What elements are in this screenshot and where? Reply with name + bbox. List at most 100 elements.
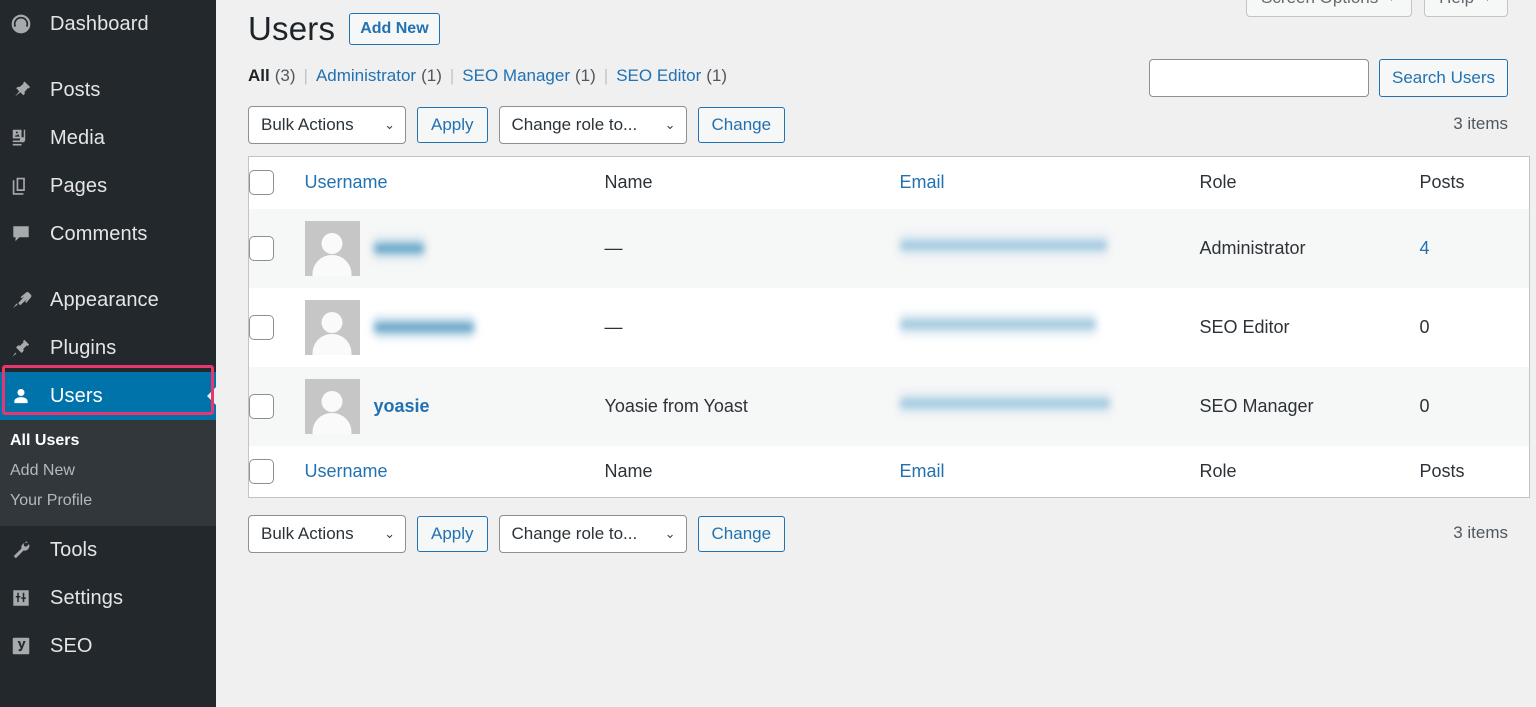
- search-input[interactable]: [1149, 59, 1369, 97]
- sort-email-link-top[interactable]: Email: [900, 172, 945, 192]
- items-count-top: 3 items: [1453, 114, 1508, 134]
- column-footer-email: Email: [900, 446, 1200, 498]
- sidebar-item-posts[interactable]: Posts: [0, 66, 216, 114]
- row-role-cell: SEO Manager: [1200, 367, 1420, 446]
- sidebar-item-users[interactable]: Users: [0, 372, 216, 420]
- row-name: Yoasie from Yoast: [605, 396, 748, 416]
- media-icon: [10, 127, 44, 149]
- table-head: Username Name Email Role Posts: [249, 157, 1530, 209]
- row-username-cell: [305, 288, 605, 367]
- paintbrush-icon: [10, 289, 44, 311]
- sidebar-item-appearance[interactable]: Appearance: [0, 276, 216, 324]
- current-menu-arrow-icon: [207, 387, 216, 405]
- column-header-role: Role: [1200, 157, 1420, 209]
- row-role: SEO Manager: [1200, 396, 1314, 416]
- row-checkbox[interactable]: [249, 236, 274, 261]
- sidebar-item-pages[interactable]: Pages: [0, 162, 216, 210]
- select-all-checkbox-top[interactable]: [249, 170, 274, 195]
- sort-email-link-bottom[interactable]: Email: [900, 461, 945, 481]
- tablenav-bottom: Bulk Actions ⌄ Apply Change role to... ⌄…: [248, 515, 1536, 553]
- sidebar-subitem-all-users[interactable]: All Users: [0, 426, 216, 456]
- filter-link-all[interactable]: All: [248, 66, 270, 86]
- screen-meta-buttons: Screen Options ▼ Help ▼: [1246, 0, 1508, 17]
- row-email-cell: [900, 288, 1200, 367]
- sort-username-link-bottom[interactable]: Username: [305, 461, 388, 481]
- filter-link-seo-editor[interactable]: SEO Editor: [616, 66, 701, 86]
- avatar-body: [313, 413, 352, 434]
- settings-icon: [10, 587, 44, 609]
- row-posts-count[interactable]: 4: [1420, 238, 1430, 258]
- apply-button-bottom[interactable]: Apply: [417, 516, 488, 552]
- search-users-button[interactable]: Search Users: [1379, 59, 1508, 97]
- sidebar-item-dashboard[interactable]: Dashboard: [0, 0, 216, 48]
- filter-link-seo-manager[interactable]: SEO Manager: [462, 66, 570, 86]
- change-role-button-top[interactable]: Change: [698, 107, 786, 143]
- sidebar-item-settings[interactable]: Settings: [0, 574, 216, 622]
- sidebar-item-media[interactable]: Media: [0, 114, 216, 162]
- row-checkbox[interactable]: [249, 315, 274, 340]
- chevron-down-icon: ⌄: [384, 117, 395, 133]
- select-all-header: [249, 157, 305, 209]
- sidebar-item-comments[interactable]: Comments: [0, 210, 216, 258]
- users-table: Username Name Email Role Posts: [248, 156, 1530, 498]
- row-email-cell: [900, 209, 1200, 288]
- row-role: SEO Editor: [1200, 317, 1290, 337]
- pages-icon: [10, 175, 44, 197]
- bulk-actions-select-top[interactable]: Bulk Actions ⌄: [248, 106, 406, 144]
- chevron-down-icon: ⌄: [665, 526, 676, 542]
- change-role-label: Change role to...: [512, 524, 638, 544]
- table-foot: Username Name Email Role Posts: [249, 446, 1530, 498]
- sort-username-link-top[interactable]: Username: [305, 172, 388, 192]
- row-checkbox[interactable]: [249, 394, 274, 419]
- change-role-button-bottom[interactable]: Change: [698, 516, 786, 552]
- table-row: yoasie Yoasie from Yoast SEO Man: [249, 367, 1530, 446]
- avatar-body: [313, 334, 352, 355]
- items-count-bottom: 3 items: [1453, 523, 1508, 543]
- row-posts-cell: 4: [1420, 209, 1530, 288]
- change-role-select-top[interactable]: Change role to... ⌄: [499, 106, 687, 144]
- filter-link-administrator[interactable]: Administrator: [316, 66, 416, 86]
- sidebar-subitem-your-profile[interactable]: Your Profile: [0, 486, 216, 516]
- plugin-icon: [10, 337, 44, 359]
- filter-count-seo-editor: (1): [701, 66, 727, 86]
- filter-separator: |: [296, 66, 316, 86]
- table-row: — Administrator 4: [249, 209, 1530, 288]
- column-footer-posts: Posts: [1420, 446, 1530, 498]
- admin-sidebar: Dashboard Posts Media Pages: [0, 0, 216, 707]
- row-username-link[interactable]: yoasie: [374, 396, 430, 417]
- select-all-checkbox-bottom[interactable]: [249, 459, 274, 484]
- help-button[interactable]: Help ▼: [1424, 0, 1508, 17]
- redacted-email: [900, 313, 1096, 336]
- sidebar-separator: [0, 258, 216, 276]
- sidebar-item-label: Plugins: [44, 337, 116, 360]
- row-name: —: [605, 238, 623, 258]
- screen-options-button[interactable]: Screen Options ▼: [1246, 0, 1412, 17]
- avatar-head: [322, 312, 343, 333]
- column-header-name: Name: [605, 157, 900, 209]
- row-role-cell: Administrator: [1200, 209, 1420, 288]
- add-new-user-button[interactable]: Add New: [349, 13, 439, 46]
- change-role-select-bottom[interactable]: Change role to... ⌄: [499, 515, 687, 553]
- sidebar-item-label: Media: [44, 127, 105, 150]
- row-email-cell: [900, 367, 1200, 446]
- sidebar-item-label: Posts: [44, 79, 101, 102]
- sidebar-item-label: Settings: [44, 587, 123, 610]
- bulk-actions-label: Bulk Actions: [261, 115, 354, 135]
- sidebar-subitem-add-new[interactable]: Add New: [0, 456, 216, 486]
- row-name-cell: —: [605, 288, 900, 367]
- sidebar-item-label: Comments: [44, 223, 148, 246]
- row-select-cell: [249, 209, 305, 288]
- bulk-actions-select-bottom[interactable]: Bulk Actions ⌄: [248, 515, 406, 553]
- sidebar-item-seo[interactable]: SEO: [0, 622, 216, 670]
- tablenav-top: Bulk Actions ⌄ Apply Change role to... ⌄…: [248, 106, 1536, 144]
- sidebar-item-tools[interactable]: Tools: [0, 526, 216, 574]
- search-area: Search Users: [1149, 59, 1508, 97]
- row-role: Administrator: [1200, 238, 1306, 258]
- user-icon: [10, 385, 44, 407]
- filter-count-seo-manager: (1): [570, 66, 596, 86]
- sidebar-item-plugins[interactable]: Plugins: [0, 324, 216, 372]
- redacted-email: [900, 392, 1110, 415]
- sidebar-item-label: Tools: [44, 539, 97, 562]
- apply-button-top[interactable]: Apply: [417, 107, 488, 143]
- redacted-username: [374, 316, 474, 339]
